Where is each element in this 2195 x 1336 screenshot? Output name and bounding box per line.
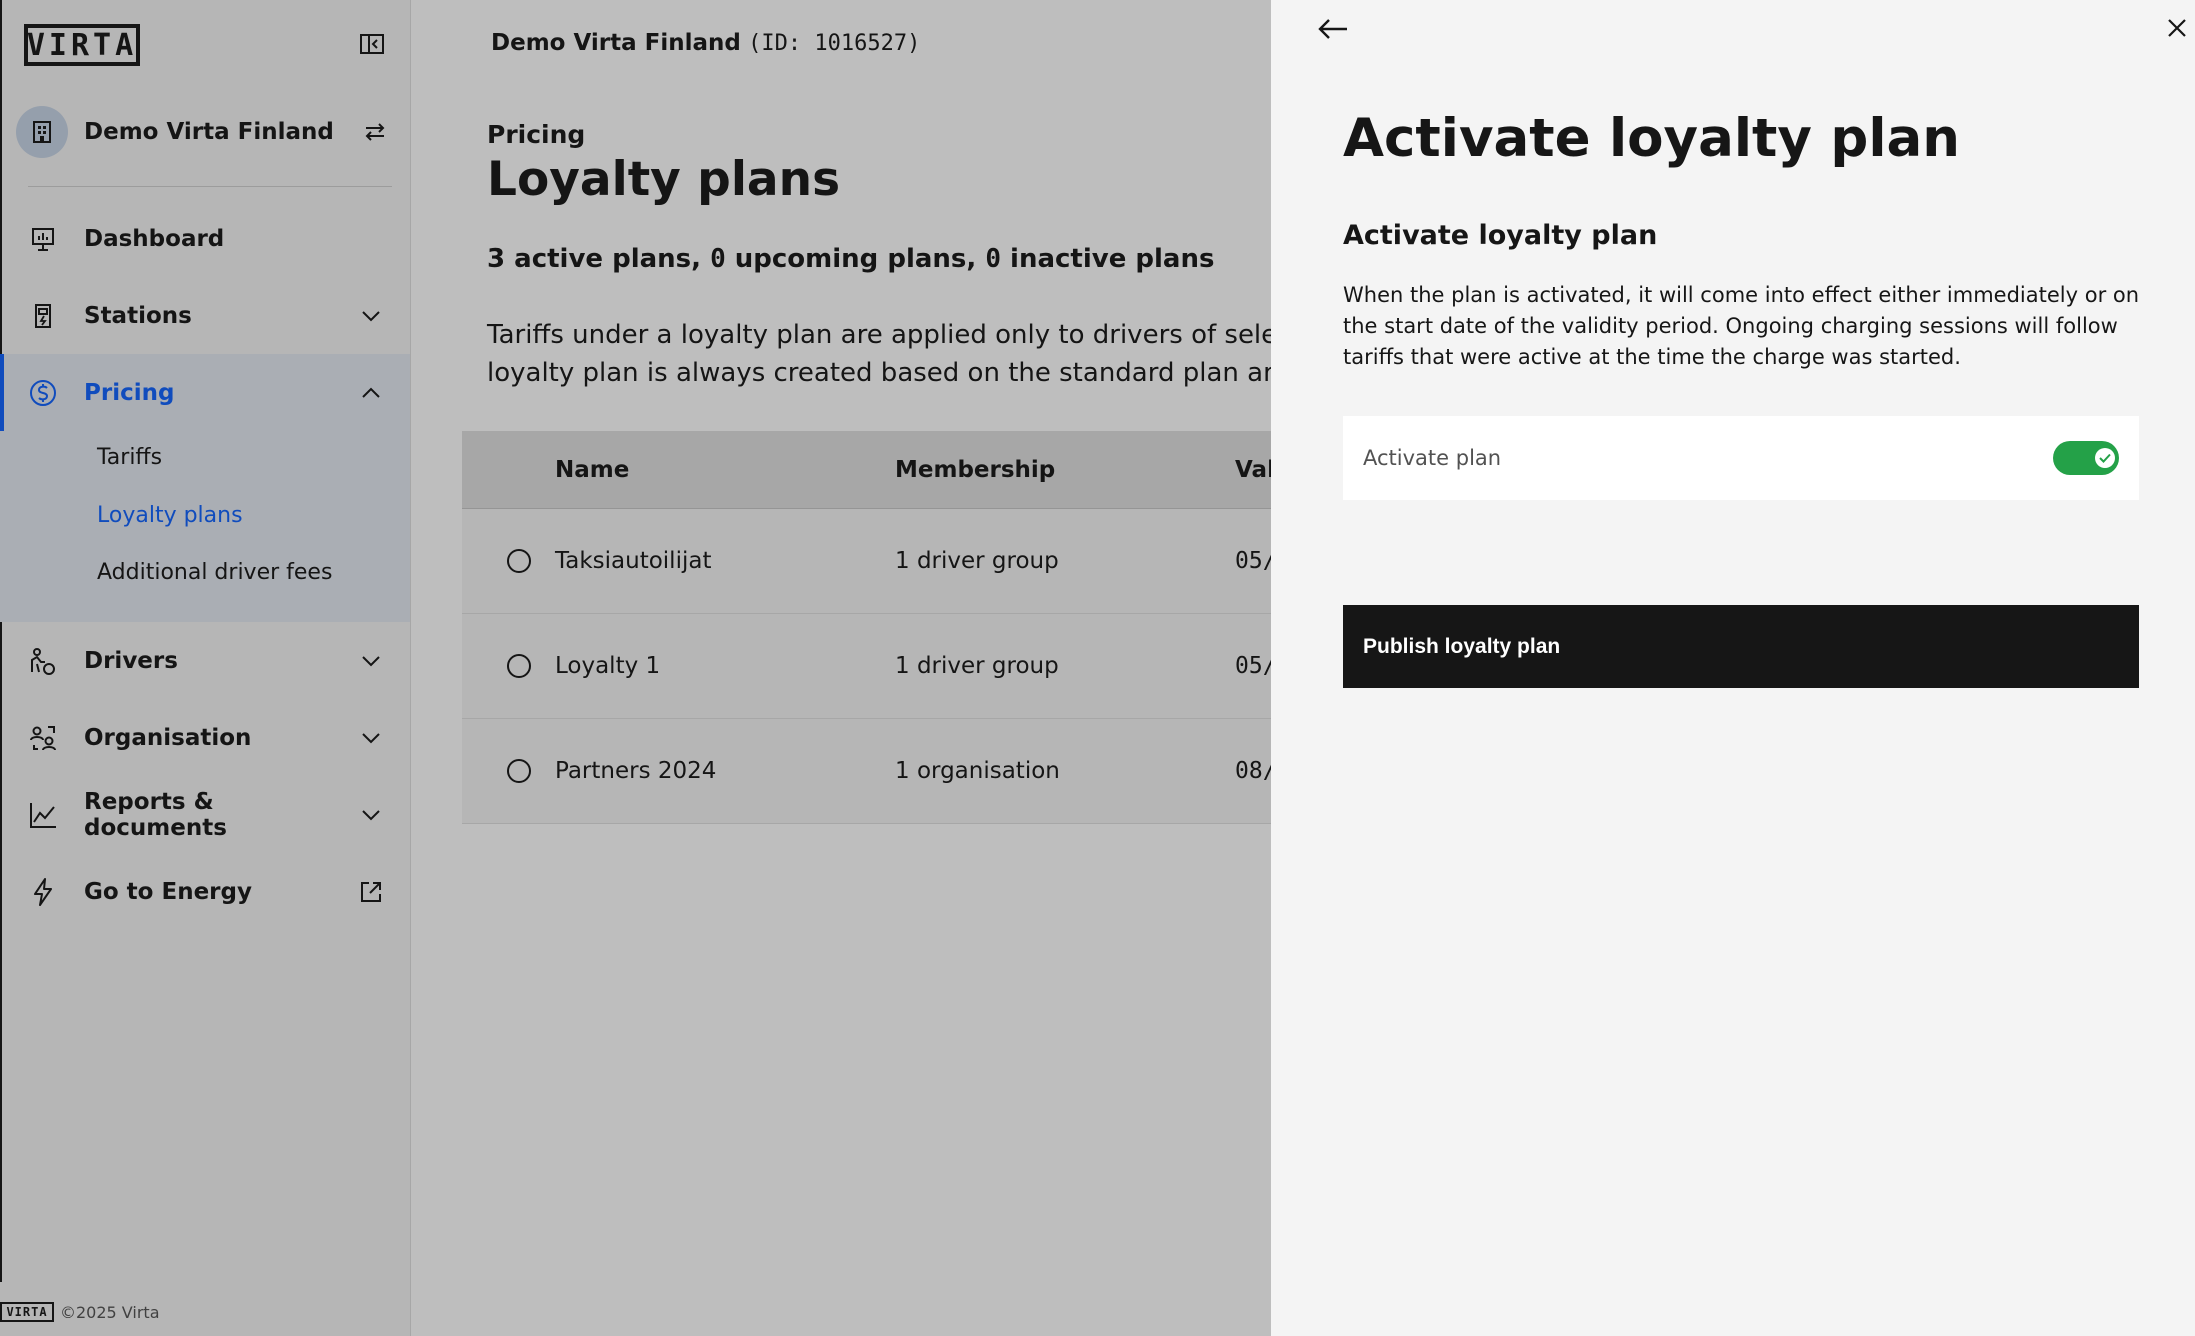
- drawer-title: Activate loyalty plan: [1343, 108, 1960, 169]
- activate-plan-toggle[interactable]: [2053, 441, 2119, 475]
- modal-backdrop[interactable]: [0, 0, 1271, 1336]
- close-icon[interactable]: [2163, 14, 2191, 42]
- toggle-label: Activate plan: [1363, 446, 1502, 470]
- checkmark-icon: [2095, 448, 2115, 468]
- activate-plan-setting: Activate plan: [1343, 416, 2139, 500]
- drawer-description: When the plan is activated, it will come…: [1343, 283, 2140, 369]
- drawer-subtitle: Activate loyalty plan: [1343, 220, 1658, 251]
- back-arrow-icon[interactable]: [1313, 12, 1353, 46]
- publish-loyalty-plan-button[interactable]: Publish loyalty plan: [1343, 605, 2139, 688]
- activate-plan-drawer: Activate loyalty plan Activate loyalty p…: [1271, 0, 2195, 1336]
